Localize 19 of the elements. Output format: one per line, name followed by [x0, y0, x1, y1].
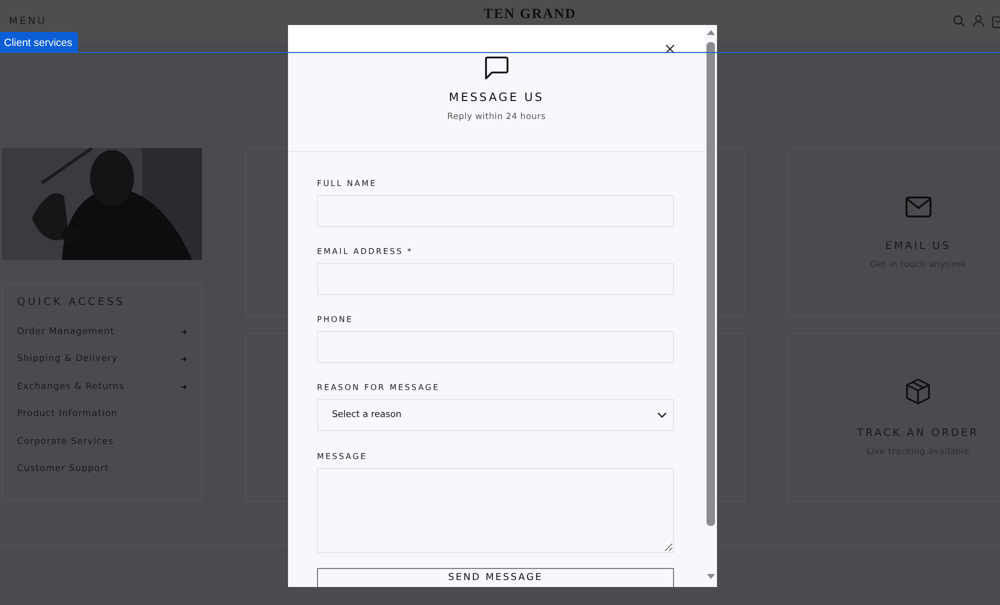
field-label: EMAIL ADDRESS *: [317, 247, 414, 256]
speech-bubble-icon: [484, 56, 509, 81]
close-icon: [665, 44, 675, 54]
field-label: PHONE: [317, 315, 354, 324]
logo[interactable]: TEN GRAND: [484, 7, 576, 23]
field-label: FULL NAME: [317, 179, 378, 188]
message-textarea[interactable]: [317, 468, 674, 553]
send-message-button[interactable]: SEND MESSAGE: [317, 568, 674, 587]
chevron-down-icon: [657, 412, 667, 418]
envelope-icon: [904, 196, 932, 218]
dialog-title: MESSAGE US: [448, 90, 544, 104]
reason-select[interactable]: Select a reason: [317, 399, 674, 431]
account-icon[interactable]: [973, 15, 984, 27]
field-label: MESSAGE: [317, 452, 368, 461]
box-icon: [905, 378, 931, 405]
dialog-subtitle: Reply within 24 hours: [447, 112, 546, 122]
search-icon[interactable]: [953, 15, 965, 27]
client-services-tab[interactable]: Client services: [0, 32, 78, 53]
field-label: REASON FOR MESSAGE: [317, 383, 441, 392]
